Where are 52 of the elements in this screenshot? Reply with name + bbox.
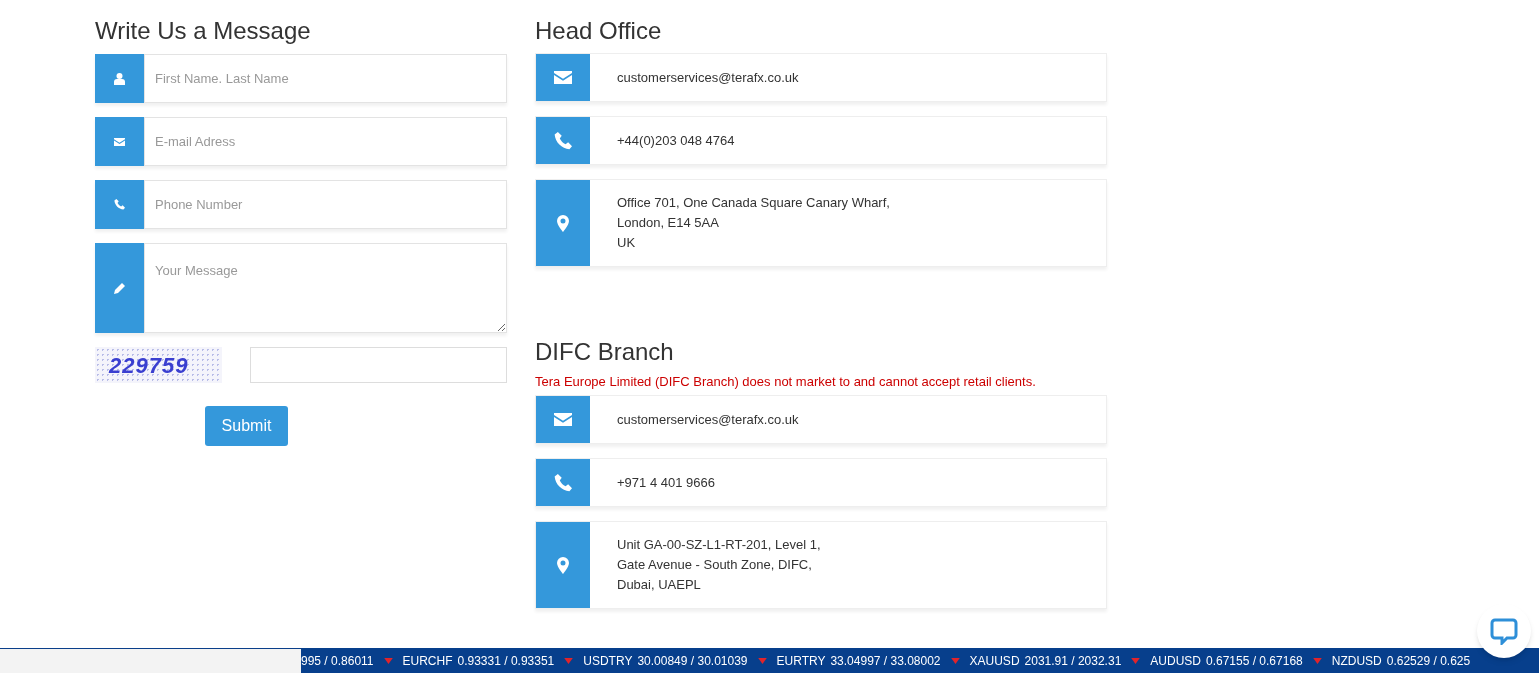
section-heading: DIFC Branch bbox=[535, 337, 674, 367]
map-pin-icon bbox=[557, 556, 569, 574]
phone-text: +44(0)203 048 4764 bbox=[617, 131, 735, 150]
ticker-symbol: AUDUSD bbox=[1150, 652, 1201, 670]
address-line: Office 701, One Canada Square Canary Wharf, bbox=[617, 194, 890, 212]
envelope-icon bbox=[114, 137, 125, 146]
envelope-icon bbox=[554, 71, 572, 84]
phone-icon bbox=[554, 131, 572, 150]
envelope-icon bbox=[554, 413, 572, 426]
down-triangle-icon bbox=[757, 657, 767, 664]
chat-icon bbox=[1490, 617, 1518, 645]
input-field[interactable]: E-mail Adress bbox=[144, 117, 507, 166]
input-field[interactable]: First Name. Last Name bbox=[144, 54, 507, 103]
message-field[interactable]: Your Message bbox=[144, 243, 507, 333]
ticker-symbol: NZDUSD bbox=[1331, 652, 1382, 670]
ticker-price: 30.00849 / 30.01039 bbox=[637, 652, 748, 670]
captcha-input[interactable] bbox=[250, 347, 507, 383]
down-triangle-icon bbox=[564, 657, 574, 664]
ticker-symbol: EURTRY bbox=[776, 652, 826, 670]
person-icon bbox=[114, 72, 125, 85]
down-triangle-icon bbox=[383, 657, 393, 664]
ticker-price: 0.62529 / 0.625 bbox=[1386, 652, 1471, 670]
phone-icon bbox=[554, 473, 572, 492]
address-line: Dubai, UAEPL bbox=[617, 576, 702, 594]
email-text: customerservices@terafx.co.uk bbox=[617, 410, 799, 429]
down-triangle-icon bbox=[1312, 657, 1322, 664]
phone-icon bbox=[114, 199, 125, 210]
phone-text: +971 4 401 9666 bbox=[617, 473, 715, 492]
ticker-symbol: EURCHF bbox=[402, 652, 453, 670]
section-heading: Write Us a Message bbox=[95, 16, 311, 46]
ticker-price: 2031.91 / 2032.31 bbox=[1024, 652, 1122, 670]
email-text: customerservices@terafx.co.uk bbox=[617, 68, 799, 87]
address-line: London, E14 5AA bbox=[617, 214, 720, 232]
ticker-price: 0.93331 / 0.93351 bbox=[457, 652, 555, 670]
address-line: UK bbox=[617, 234, 637, 252]
ticker-price: 0.67155 / 0.67168 bbox=[1206, 652, 1303, 670]
ticker-price: 33.04997 / 33.08002 bbox=[830, 652, 941, 670]
disclaimer-text: Tera Europe Limited (DIFC Branch) does not market to and cannot accept retail clients. bbox=[535, 374, 1037, 390]
ticker-symbol: USDTRY bbox=[583, 652, 633, 670]
ticker-price: 995 / 0.86011 bbox=[301, 652, 374, 670]
address-line: Gate Avenue - South Zone, DIFC, bbox=[617, 556, 813, 574]
pencil-icon bbox=[114, 282, 125, 294]
input-field[interactable]: Phone Number bbox=[144, 180, 507, 229]
chat-button[interactable] bbox=[1477, 604, 1531, 658]
ticker-symbol: XAUUSD bbox=[969, 652, 1020, 670]
address-line: Unit GA-00-SZ-L1-RT-201, Level 1, bbox=[617, 536, 821, 554]
map-pin-icon bbox=[557, 214, 569, 232]
section-heading: Head Office bbox=[535, 16, 662, 46]
down-triangle-icon bbox=[1131, 657, 1141, 664]
submit-button[interactable]: Submit bbox=[205, 406, 288, 446]
captcha-image: 229759 bbox=[95, 347, 222, 383]
down-triangle-icon bbox=[950, 657, 960, 664]
